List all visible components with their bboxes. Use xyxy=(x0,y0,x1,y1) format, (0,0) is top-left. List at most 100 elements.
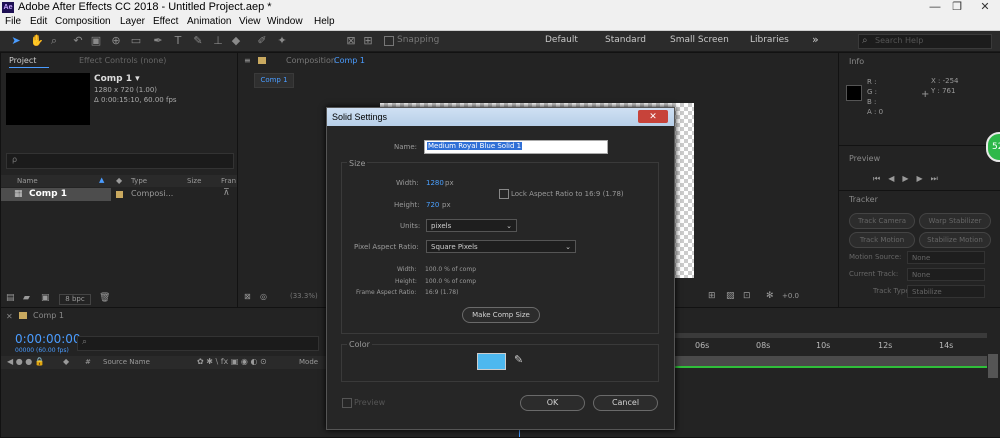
local-axis-icon[interactable]: ⊠ xyxy=(345,35,357,47)
menu-help[interactable]: Help xyxy=(314,16,335,27)
world-axis-icon[interactable]: ⊞ xyxy=(362,35,374,47)
maximize-button[interactable]: ❐ xyxy=(946,0,968,15)
menu-animation[interactable]: Animation xyxy=(187,16,231,27)
tab-tracker[interactable]: Tracker xyxy=(849,195,878,204)
always-preview-icon[interactable]: ⊠ xyxy=(244,292,251,301)
ok-button[interactable]: OK xyxy=(520,395,585,411)
workspace-default[interactable]: Default xyxy=(545,35,578,45)
dialog-close-button[interactable]: ✕ xyxy=(638,110,668,123)
bit-depth-button[interactable]: 8 bpc xyxy=(59,294,91,305)
trash-icon[interactable]: 🗑 xyxy=(99,293,110,303)
current-track-dropdown[interactable]: None xyxy=(907,268,985,281)
rotate-tool-icon[interactable]: ↶ xyxy=(72,35,84,47)
camera-tool-icon[interactable]: ▣ xyxy=(90,35,102,47)
mask-visibility-icon[interactable]: ◎ xyxy=(260,292,267,301)
eraser-tool-icon[interactable]: ◆ xyxy=(230,35,242,47)
color-swatch-button[interactable] xyxy=(477,353,506,370)
width-value[interactable]: 1280 xyxy=(426,179,444,187)
menu-file[interactable]: File xyxy=(5,16,21,27)
pan-behind-tool-icon[interactable]: ⊕ xyxy=(110,35,122,47)
mode-column[interactable]: Mode xyxy=(299,358,318,366)
menu-window[interactable]: Window xyxy=(267,16,303,27)
puppet-tool-icon[interactable]: ✦ xyxy=(276,35,288,47)
units-dropdown[interactable]: pixels ⌄ xyxy=(426,219,517,232)
source-name-column[interactable]: Source Name xyxy=(103,358,150,366)
tab-info[interactable]: Info xyxy=(849,57,864,66)
project-item-row[interactable]: ▦ Comp 1 Composi... ⊼ xyxy=(1,188,237,201)
time-ruler[interactable]: 06s 08s 10s 12s 14s xyxy=(675,339,987,355)
new-folder-icon[interactable]: ▰ xyxy=(23,293,30,303)
track-camera-button[interactable]: Track Camera xyxy=(849,213,915,229)
comp-subtab[interactable]: Comp 1 xyxy=(254,73,294,88)
composition-tab-name[interactable]: Comp 1 xyxy=(334,56,365,65)
name-input[interactable]: Medium Royal Blue Solid 1 xyxy=(424,140,608,154)
preview-controls-icon[interactable]: ⏮◀▶▶⏭ xyxy=(873,174,946,184)
close-window-button[interactable]: ✕ xyxy=(970,0,1000,15)
menu-view[interactable]: View xyxy=(239,16,261,27)
pixel-aspect-dropdown[interactable]: Square Pixels ⌄ xyxy=(426,240,576,253)
make-comp-size-button[interactable]: Make Comp Size xyxy=(462,307,540,323)
composition-tab-label[interactable]: Composition xyxy=(286,56,336,65)
exposure-icon[interactable]: ✻ xyxy=(766,291,774,301)
workspace-standard[interactable]: Standard xyxy=(605,35,646,45)
frame-aspect-label: Frame Aspect Ratio: xyxy=(356,289,417,296)
column-type[interactable]: Type xyxy=(131,177,147,185)
column-size[interactable]: Size xyxy=(187,177,201,185)
timeline-end-handle[interactable] xyxy=(988,354,998,378)
minimize-button[interactable]: — xyxy=(924,0,946,15)
menu-composition[interactable]: Composition xyxy=(55,16,111,27)
roto-brush-tool-icon[interactable]: ✐ xyxy=(256,35,268,47)
region-icon[interactable]: ⊡ xyxy=(743,291,751,301)
type-tool-icon[interactable]: T xyxy=(172,35,184,47)
timeline-search-input[interactable]: ⌕ xyxy=(77,336,319,351)
cancel-button[interactable]: Cancel xyxy=(593,395,658,411)
tab-project[interactable]: Project xyxy=(9,56,36,65)
comp-name[interactable]: Comp 1 ▾ xyxy=(94,74,140,84)
column-name[interactable]: Name xyxy=(17,177,38,185)
height-value[interactable]: 720 xyxy=(426,201,439,209)
close-tab-icon[interactable]: ≡ xyxy=(244,56,251,65)
pen-tool-icon[interactable]: ✒ xyxy=(152,35,164,47)
channel-icon[interactable]: ▨ xyxy=(726,291,735,301)
exposure-value[interactable]: +0.0 xyxy=(782,292,799,300)
zoom-tool-icon[interactable]: ⌕ xyxy=(48,35,60,47)
workspace-small-screen[interactable]: Small Screen xyxy=(670,35,729,45)
clone-stamp-tool-icon[interactable]: ⊥ xyxy=(212,35,224,47)
timeline-close-icon[interactable]: ✕ xyxy=(6,312,13,321)
info-panel: Info R : G : B : A : 0 + X : -254 Y : 76… xyxy=(838,52,1000,146)
new-composition-icon[interactable]: ▣ xyxy=(41,293,50,303)
workspace-libraries[interactable]: Libraries xyxy=(750,35,789,45)
work-area-bar[interactable] xyxy=(675,333,987,338)
stabilize-motion-button[interactable]: Stabilize Motion xyxy=(919,232,991,248)
preview-checkbox[interactable] xyxy=(342,398,352,408)
hand-tool-icon[interactable]: ✋ xyxy=(30,35,44,47)
track-motion-button[interactable]: Track Motion xyxy=(849,232,915,248)
timeline-track-area[interactable] xyxy=(675,356,987,366)
warp-stabilizer-button[interactable]: Warp Stabilizer xyxy=(919,213,991,229)
brush-tool-icon[interactable]: ✎ xyxy=(192,35,204,47)
current-timecode[interactable]: 0:00:00:00 xyxy=(15,332,81,346)
grid-icon[interactable]: ⊞ xyxy=(708,291,716,301)
preview-label: Preview xyxy=(354,398,386,407)
more-workspaces-button[interactable]: » xyxy=(812,33,819,46)
snapping-checkbox[interactable] xyxy=(384,36,394,46)
tab-preview[interactable]: Preview xyxy=(849,154,880,163)
name-label: Name: xyxy=(394,143,418,151)
timeline-tab[interactable]: Comp 1 xyxy=(33,311,64,320)
tab-effect-controls[interactable]: Effect Controls (none) xyxy=(79,56,166,65)
eyedropper-icon[interactable]: ✎ xyxy=(514,353,523,366)
interpret-footage-icon[interactable]: ▤ xyxy=(6,293,15,303)
search-help-field[interactable]: ⌕ Search Help xyxy=(858,34,992,49)
zoom-level[interactable]: (33.3%) xyxy=(290,292,318,300)
track-type-dropdown[interactable]: Stabilize xyxy=(907,285,985,298)
project-search-input[interactable]: ρ xyxy=(6,153,234,169)
menu-effect[interactable]: Effect xyxy=(153,16,178,27)
info-y: Y : 761 xyxy=(931,87,956,95)
menu-layer[interactable]: Layer xyxy=(120,16,145,27)
column-frame-rate[interactable]: Fran xyxy=(221,177,236,185)
motion-source-dropdown[interactable]: None xyxy=(907,251,985,264)
lock-aspect-checkbox[interactable] xyxy=(499,189,509,199)
menu-edit[interactable]: Edit xyxy=(30,16,47,27)
rectangle-tool-icon[interactable]: ▭ xyxy=(130,35,142,47)
selection-tool-icon[interactable]: ➤ xyxy=(10,35,22,47)
